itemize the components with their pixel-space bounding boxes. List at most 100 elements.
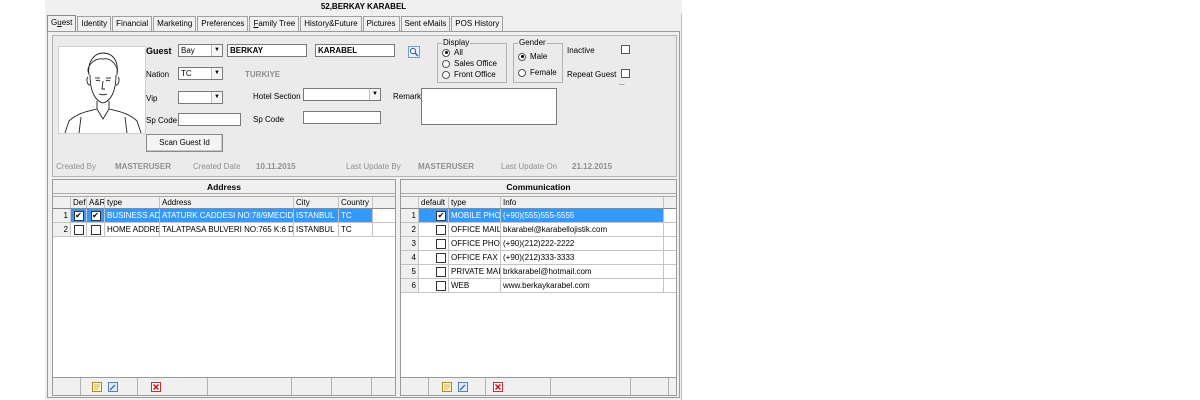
column-def[interactable]: Def [71, 197, 87, 208]
sp-code-2-label: Sp Code [253, 115, 285, 124]
address-type-cell: BUSINESS ADDRESS [105, 209, 160, 222]
repeat-guest-checkbox[interactable] [621, 69, 630, 78]
communication-toolbar [401, 377, 676, 395]
guest-photo[interactable] [58, 46, 146, 134]
checkmark-icon: ✔ [436, 211, 446, 221]
tab-financial[interactable]: Financial [112, 16, 153, 31]
column-address[interactable]: Address [160, 197, 294, 208]
last-update-by-value: MASTERUSER [418, 162, 475, 171]
chevron-down-icon: ▼ [211, 45, 222, 56]
default-checkbox[interactable]: ✔ [71, 209, 87, 222]
gender-group: Gender Male Female [513, 38, 563, 83]
default-checkbox[interactable] [419, 251, 449, 264]
last-name-field[interactable]: KARABEL [315, 44, 395, 57]
gender-female-radio[interactable]: Female [518, 68, 557, 77]
last-update-by-label: Last Update By [346, 162, 401, 171]
created-by-value: MASTERUSER [115, 162, 172, 171]
column-city[interactable]: City [294, 197, 339, 208]
address-grid: Def A&R type Address City Country 1 ✔ ✔ … [53, 196, 395, 377]
tab-identity[interactable]: Identity [77, 16, 112, 31]
gender-male-radio[interactable]: Male [518, 52, 547, 61]
scan-guest-id-button[interactable]: Scan Guest Id [146, 134, 223, 152]
inactive-checkbox[interactable] [621, 45, 630, 54]
comm-type-cell: WEB [449, 279, 501, 292]
default-checkbox[interactable] [419, 237, 449, 250]
column-info[interactable]: Info [501, 197, 664, 208]
remark-field[interactable] [421, 88, 557, 125]
checkmark-icon: ✔ [90, 211, 101, 221]
guest-tab-panel: Guest Bay ▼ BERKAY KARABEL Nation TC ▼ TUR… [47, 31, 680, 398]
guest-details-section: Guest Bay ▼ BERKAY KARABEL Nation TC ▼ TUR… [52, 35, 677, 177]
delete-icon[interactable] [493, 382, 503, 392]
comm-info-cell: (+90)(212)222-2222 [501, 237, 664, 250]
table-row[interactable]: 2 OFFICE MAIL bkarabel@karabellojistik.c… [401, 223, 676, 237]
table-row[interactable]: 3 OFFICE PHONE (+90)(212)222-2222 [401, 237, 676, 251]
search-icon[interactable] [408, 46, 420, 58]
default-checkbox[interactable] [71, 223, 87, 236]
table-row[interactable]: 2 HOME ADDRESS TALATPASA BULVERI NO:765 … [53, 223, 395, 237]
column-ar[interactable]: A&R [87, 197, 105, 208]
table-row[interactable]: 4 OFFICE FAX (+90)(212)333-3333 [401, 251, 676, 265]
country-cell: TC [339, 209, 373, 222]
remark-label: Remark [393, 92, 422, 101]
new-record-icon[interactable] [92, 382, 102, 392]
comm-info-cell: bkarabel@karabellojistik.com [501, 223, 664, 236]
default-checkbox[interactable] [419, 265, 449, 278]
vip-label: Vip [146, 94, 158, 103]
inactive-label: Inactive [567, 46, 595, 55]
table-row[interactable]: 6 WEB www.berkaykarabel.com [401, 279, 676, 293]
column-default[interactable]: default [419, 197, 449, 208]
gender-label: Gender [518, 38, 547, 47]
title-select[interactable]: Bay ▼ [178, 44, 223, 57]
column-type[interactable]: type [449, 197, 501, 208]
communication-grid: default type Info 1 ✔ MOBILE PHONE (+90)… [401, 196, 676, 377]
default-checkbox[interactable]: ✔ [419, 209, 449, 222]
table-row[interactable]: 1 ✔ ✔ BUSINESS ADDRESS ATATURK CADDESI N… [53, 209, 395, 223]
tab-sent-emails[interactable]: Sent eMails [400, 16, 451, 31]
edit-record-icon[interactable] [108, 382, 118, 392]
nation-name: TURKIYE [245, 70, 281, 79]
display-group: Display All Sales Office Front Office [437, 38, 507, 83]
tab-pictures[interactable]: Pictures [362, 16, 400, 31]
tab-guest[interactable]: Guest [47, 15, 77, 31]
repeat-guest-more[interactable]: ... [619, 80, 625, 87]
sp-code-2-field[interactable] [303, 111, 381, 124]
display-all-radio[interactable]: All [442, 48, 463, 57]
tab-history-future[interactable]: History&Future [300, 16, 362, 31]
tab-marketing[interactable]: Marketing [153, 16, 197, 31]
comm-info-cell: brkkarabel@hotmail.com [501, 265, 664, 278]
nation-select[interactable]: TC ▼ [178, 67, 223, 80]
communication-panel: Communication default type Info 1 ✔ MOBI… [400, 179, 677, 396]
sp-code-field[interactable] [178, 113, 241, 126]
tab-strip: Guest Identity Financial Marketing Prefe… [47, 15, 504, 31]
window-title: 52,BERKAY KARABEL [45, 0, 682, 14]
table-row[interactable]: 5 PRIVATE MAIL brkkarabel@hotmail.com [401, 265, 676, 279]
chevron-down-icon: ▼ [211, 92, 222, 103]
default-checkbox[interactable] [419, 279, 449, 292]
display-sales-office-radio[interactable]: Sales Office [442, 59, 497, 68]
ar-checkbox[interactable]: ✔ [87, 209, 105, 222]
vip-select[interactable]: ▼ [178, 91, 223, 104]
delete-icon[interactable] [151, 382, 161, 392]
column-country[interactable]: Country [339, 197, 373, 208]
address-panel-title: Address [53, 180, 395, 194]
display-front-office-radio[interactable]: Front Office [442, 70, 496, 79]
ar-checkbox[interactable] [87, 223, 105, 236]
comm-type-cell: OFFICE FAX [449, 251, 501, 264]
first-name-field[interactable]: BERKAY [227, 44, 307, 57]
tab-family-tree[interactable]: Family Tree [249, 16, 300, 31]
comm-info-cell: www.berkaykarabel.com [501, 279, 664, 292]
hotel-section-label: Hotel Section [253, 92, 301, 101]
tab-preferences[interactable]: Preferences [197, 16, 249, 31]
default-checkbox[interactable] [419, 223, 449, 236]
guest-window: 52,BERKAY KARABEL Guest Identity Financi… [45, 0, 682, 400]
address-grid-header: Def A&R type Address City Country [53, 197, 395, 209]
tab-pos-history[interactable]: POS History [451, 16, 504, 31]
edit-record-icon[interactable] [458, 382, 468, 392]
hotel-section-select[interactable]: ▼ [303, 88, 381, 101]
created-date-label: Created Date [193, 162, 241, 171]
table-row[interactable]: 1 ✔ MOBILE PHONE (+90)(555)555-5555 [401, 209, 676, 223]
column-type[interactable]: type [105, 197, 160, 208]
country-cell: TC [339, 223, 373, 236]
new-record-icon[interactable] [442, 382, 452, 392]
